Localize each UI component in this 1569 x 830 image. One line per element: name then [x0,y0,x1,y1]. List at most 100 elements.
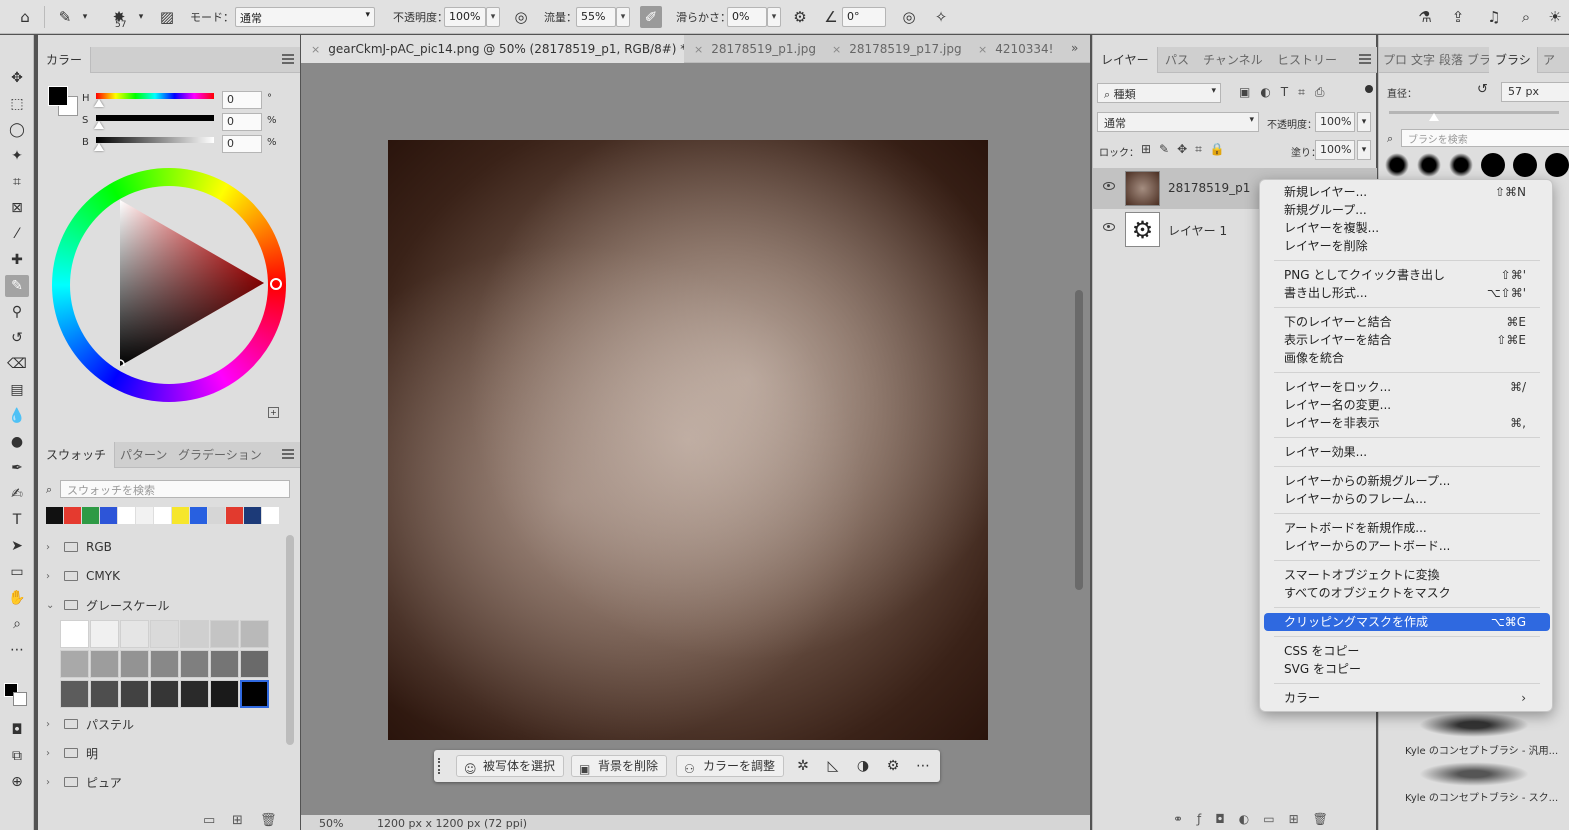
hue-input[interactable]: 0 [222,91,262,109]
brush-size-input[interactable]: 57 px [1501,82,1569,102]
eye-icon[interactable] [1103,182,1115,190]
menu-item[interactable]: レイヤーを複製... [1264,219,1550,237]
document-canvas[interactable] [388,140,988,740]
menu-item[interactable]: CSS をコピー [1264,642,1550,660]
grayscale-swatch[interactable] [240,650,269,678]
canvas-area[interactable] [301,63,1090,815]
gradient-tool-icon[interactable]: ▤ [5,379,29,401]
pressure-size-icon[interactable]: ◎ [898,6,920,28]
hue-knob[interactable] [94,99,104,107]
crop-tool-icon[interactable]: ⌗ [5,171,29,193]
close-icon[interactable]: × [832,43,841,56]
transform-icon[interactable]: ◺ [824,757,842,775]
share-icon[interactable]: ⇪ [1447,6,1469,28]
tabs-overflow-icon[interactable]: » [1071,41,1078,55]
fill-icon[interactable]: ⚙ [884,757,902,775]
menu-item[interactable]: レイヤー効果... [1264,443,1550,461]
blend-mode-select[interactable]: 通常 ▾ [1097,112,1259,132]
layer-opacity-dropdown[interactable]: ▾ [1357,112,1371,132]
marquee-tool-icon[interactable]: ⬚ [5,93,29,115]
gear-icon[interactable]: ⚙ [789,6,811,28]
menu-item[interactable]: レイヤーからのフレーム... [1264,490,1550,508]
home-icon[interactable]: ⌂ [14,6,36,28]
filter-icons[interactable]: ▣◐T⌗⎙ [1239,85,1335,100]
brush-preset[interactable] [1417,153,1441,177]
bell-icon[interactable]: ♫ [1483,6,1505,28]
swatch-folder-pure[interactable]: › ピュア [46,772,122,792]
quick-mask-icon[interactable]: ◘ [5,719,29,741]
swatch-folder-pastel[interactable]: › パステル [46,714,134,734]
grayscale-swatch[interactable] [60,680,89,708]
grayscale-swatch[interactable] [90,650,119,678]
tab-channels[interactable]: チャンネル [1195,47,1271,73]
menu-item[interactable]: カラー › [1264,689,1550,707]
menu-item[interactable]: クリッピングマスクを作成 ⌥⌘G [1264,613,1550,631]
frame-tool-icon[interactable]: ⊠ [5,197,29,219]
healing-brush-icon[interactable]: ✚ [5,249,29,271]
drag-handle-icon[interactable] [438,758,442,774]
grayscale-swatch[interactable] [60,650,89,678]
type-tool-icon[interactable]: T [5,509,29,531]
grayscale-swatch[interactable] [90,620,119,648]
sparkle-icon[interactable]: ✲ [794,757,812,775]
reset-icon[interactable]: ↺ [1477,82,1488,97]
swatch-search-input[interactable]: スウォッチを検索 [60,480,290,498]
swatch-folder-light[interactable]: › 明 [46,743,98,763]
brush-preset[interactable] [1385,153,1409,177]
angle-input[interactable]: 0° [842,7,886,27]
swatch[interactable] [226,507,243,524]
swatch-folder-cmyk[interactable]: › CMYK [46,566,120,586]
menu-item[interactable]: アートボードを新規作成... [1264,519,1550,537]
swatch[interactable] [46,507,63,524]
doc-tab[interactable]: × 28178519_p1.jpg [684,35,822,63]
swatch[interactable] [118,507,135,524]
trash-icon[interactable]: 🗑 [260,813,277,828]
tab-gradients[interactable]: グラデーション [170,442,270,468]
swatch-scrollbar[interactable] [286,535,294,745]
grayscale-swatch[interactable] [60,620,89,648]
grayscale-swatch[interactable] [240,680,269,708]
grayscale-swatch[interactable] [180,680,209,708]
swatch[interactable] [244,507,261,524]
tab-layers[interactable]: レイヤー [1093,47,1158,73]
brush-preset[interactable] [1449,153,1473,177]
menu-item[interactable]: 書き出し形式... ⌥⇧⌘' [1264,284,1550,302]
remove-background-button[interactable]: ▣ 背景を削除 [571,755,668,777]
history-brush-icon[interactable]: ↺ [5,327,29,349]
grayscale-swatch[interactable] [210,680,239,708]
fill-input[interactable]: 100% [1315,140,1355,160]
tab-more[interactable]: ア [1539,47,1559,73]
swatch[interactable] [82,507,99,524]
symmetry-icon[interactable]: ✧ [930,6,952,28]
layer-actions-icons[interactable]: ⚭ƒ◘◐▭⊞🗑 [1173,812,1342,826]
tab-color[interactable]: カラー [38,47,92,73]
grayscale-swatch[interactable] [120,680,149,708]
menu-item[interactable]: 表示レイヤーを結合 ⇧⌘E [1264,331,1550,349]
menu-item[interactable]: レイヤー名の変更... [1264,396,1550,414]
panel-menu-icon[interactable] [1359,54,1371,64]
magic-wand-icon[interactable]: ✦ [5,145,29,167]
grayscale-swatch[interactable] [150,620,179,648]
grayscale-swatch[interactable] [120,650,149,678]
select-subject-button[interactable]: ☺ 被写体を選択 [456,755,565,777]
tab-swatches[interactable]: スウォッチ [38,442,116,468]
panel-menu-icon[interactable] [282,54,294,64]
panel-menu-icon[interactable] [282,449,294,459]
smoothing-dropdown[interactable]: ▾ [767,7,781,27]
brush-size-knob[interactable] [1429,113,1439,121]
menu-item[interactable]: レイヤーからの新規グループ... [1264,472,1550,490]
expand-icon[interactable]: + [268,407,279,418]
hand-tool-icon[interactable]: ✋ [5,587,29,609]
lock-icons[interactable]: ⊞✎✥⌗🔒 [1141,142,1233,157]
menu-item[interactable]: すべてのオブジェクトをマスク [1264,584,1550,602]
brush-preset[interactable] [1481,153,1505,177]
search-icon[interactable]: ⌕ [1515,6,1537,28]
screen-mode-icon[interactable]: ⧉ [5,745,29,767]
grayscale-swatch[interactable] [90,680,119,708]
background-color-swatch[interactable] [13,692,27,706]
doc-tab[interactable]: × 4210334! [968,35,1058,63]
color-triangle[interactable] [120,200,264,366]
pen-tool-icon[interactable]: ✒ [5,457,29,479]
flow-input[interactable]: 55% [576,7,616,27]
doc-tab-active[interactable]: × gearCkmJ-pAC_pic14.png @ 50% (28178519_… [301,35,684,63]
